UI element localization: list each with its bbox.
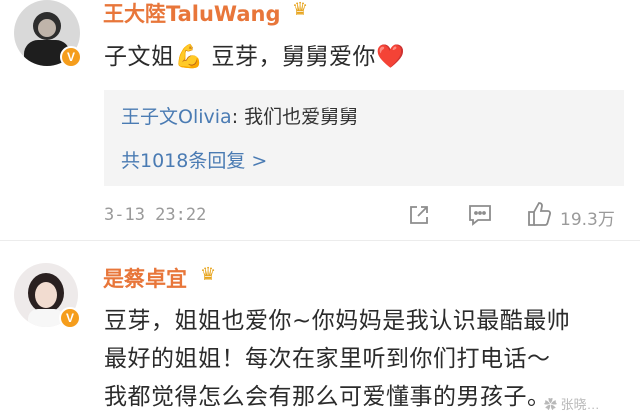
comment-icon[interactable] xyxy=(467,203,493,231)
comment-1-username[interactable]: 王大陸TaluWang xyxy=(103,0,281,28)
verified-badge-icon: V xyxy=(59,307,81,329)
view-replies-link[interactable]: 共1018条回复 > xyxy=(121,146,267,173)
comment-1-timestamp: 3-13 23:22 xyxy=(104,205,207,225)
comment-1: V 王大陸TaluWang ♛ 子文姐💪 豆芽，舅舅爱你❤️ 王子文Olivia… xyxy=(0,0,640,236)
comment-2: V 是蔡卓宜 ♛ 豆芽，姐姐也爱你~你妈妈是我认识最酷最帅 最好的姐姐！每次在家… xyxy=(0,241,640,411)
like-count: 19.3万 xyxy=(560,210,615,230)
crown-icon: ♛ xyxy=(292,0,309,20)
reply-text: : 我们也爱舅舅 xyxy=(231,106,359,128)
comment-2-line-3: 我都觉得怎么会有那么可爱懂事的男孩子。 xyxy=(104,384,551,410)
like-icon[interactable] xyxy=(525,200,553,232)
crown-icon: ♛ xyxy=(200,264,217,285)
comment-2-username[interactable]: 是蔡卓宜 xyxy=(103,263,187,293)
verified-badge-icon: V xyxy=(60,46,82,68)
reply-preview-line: 王子文Olivia: 我们也爱舅舅 xyxy=(121,102,358,129)
reply-preview-box[interactable]: 王子文Olivia: 我们也爱舅舅 共1018条回复 > xyxy=(104,90,624,186)
comment-1-content: 子文姐💪 豆芽，舅舅爱你❤️ xyxy=(104,44,406,70)
watermark: ✿ 张晓… xyxy=(544,397,600,412)
reply-user-link[interactable]: 王子文Olivia xyxy=(121,106,232,128)
comment-2-line-2: 最好的姐姐！每次在家里听到你们打电话～ xyxy=(104,346,551,372)
share-icon[interactable] xyxy=(407,203,431,231)
comment-2-line-1: 豆芽，姐姐也爱你~你妈妈是我认识最酷最帅 xyxy=(104,308,571,334)
